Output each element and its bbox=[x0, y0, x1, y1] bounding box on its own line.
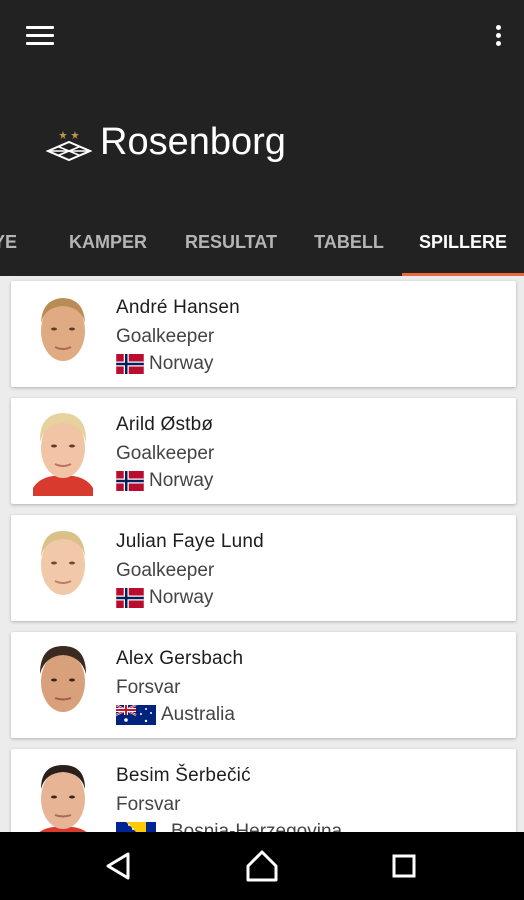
player-photo bbox=[33, 298, 93, 379]
tab-bar: YE KAMPER RESULTAT TABELL SPILLERE bbox=[0, 212, 524, 276]
player-photo bbox=[33, 646, 93, 730]
tab-spillere[interactable]: SPILLERE bbox=[402, 212, 524, 276]
hamburger-menu-icon[interactable] bbox=[22, 20, 62, 52]
tab-resultat[interactable]: RESULTAT bbox=[176, 212, 286, 276]
player-country: Bosnia-Herzegovina bbox=[171, 821, 343, 832]
player-photo bbox=[33, 413, 93, 496]
system-navigation-bar bbox=[0, 832, 524, 900]
app-bar: Rosenborg YE KAMPER RESULTAT TABELL SPIL… bbox=[0, 0, 524, 276]
norway-flag-icon bbox=[116, 354, 144, 374]
player-position: Goalkeeper bbox=[116, 326, 215, 347]
player-position: Forsvar bbox=[116, 677, 181, 698]
club-logo bbox=[46, 131, 92, 162]
player-country: Norway bbox=[149, 587, 214, 608]
player-list: André Hansen Goalkeeper Norway Arild Øst… bbox=[0, 276, 524, 832]
player-name: Arild Østbø bbox=[116, 414, 214, 435]
player-name: André Hansen bbox=[116, 297, 240, 318]
tab-tabell[interactable]: TABELL bbox=[304, 212, 394, 276]
overflow-menu-icon[interactable] bbox=[492, 20, 506, 52]
player-card[interactable]: Besim Šerbečić Forsvar Bosnia-Herzegovin… bbox=[11, 749, 516, 832]
player-position: Goalkeeper bbox=[116, 443, 215, 464]
player-photo bbox=[39, 765, 87, 832]
player-photo bbox=[33, 531, 93, 613]
player-country: Norway bbox=[149, 353, 214, 374]
player-country: Australia bbox=[161, 704, 235, 725]
player-name: Alex Gersbach bbox=[116, 648, 244, 669]
player-card[interactable]: Alex Gersbach Forsvar Australia bbox=[11, 632, 516, 738]
player-name: Besim Šerbečić bbox=[116, 765, 251, 786]
recents-icon[interactable] bbox=[376, 844, 432, 888]
player-name: Julian Faye Lund bbox=[116, 531, 264, 552]
back-icon[interactable] bbox=[90, 844, 146, 888]
tab-partial[interactable]: YE bbox=[0, 212, 22, 276]
bosnia-flag-icon bbox=[116, 822, 156, 832]
player-position: Goalkeeper bbox=[116, 560, 215, 581]
tab-kamper[interactable]: KAMPER bbox=[58, 212, 158, 276]
norway-flag-icon bbox=[116, 588, 144, 608]
page-title: Rosenborg bbox=[100, 121, 286, 163]
home-icon[interactable] bbox=[234, 844, 290, 888]
player-position: Forsvar bbox=[116, 794, 181, 815]
player-card[interactable]: Julian Faye Lund Goalkeeper Norway bbox=[11, 515, 516, 621]
norway-flag-icon bbox=[116, 471, 144, 491]
australia-flag-icon bbox=[116, 705, 156, 725]
player-card[interactable]: André Hansen Goalkeeper Norway bbox=[11, 281, 516, 387]
player-card[interactable]: Arild Østbø Goalkeeper Norway bbox=[11, 398, 516, 504]
player-country: Norway bbox=[149, 470, 214, 491]
